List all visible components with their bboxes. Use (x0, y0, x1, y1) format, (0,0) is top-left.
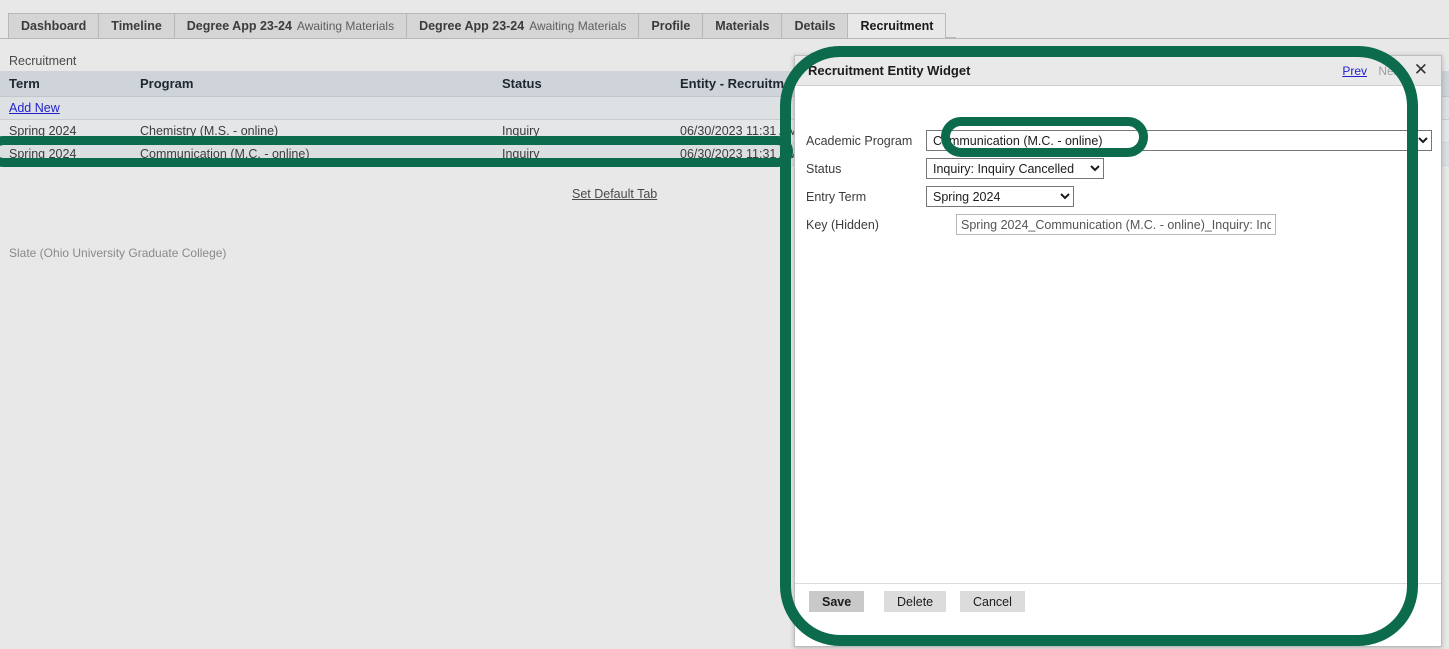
field-row-academic-program: Academic Program Communication (M.C. - o… (795, 130, 1441, 158)
entry-term-select[interactable]: Spring 2024 (926, 186, 1074, 207)
tab-degree-app-23-24-second[interactable]: Degree App 23-24 Awaiting Materials (406, 13, 639, 38)
tab-label: Degree App 23-24 (419, 19, 525, 33)
dialog-title-bar: Recruitment Entity Widget Prev Next ✕ (795, 56, 1441, 86)
field-row-entry-term: Entry Term Spring 2024 (795, 186, 1441, 214)
dialog-body: Academic Program Communication (M.C. - o… (795, 86, 1441, 616)
tab-details[interactable]: Details (781, 13, 848, 38)
add-new-cell: Add New (0, 96, 131, 120)
column-header-program[interactable]: Program (131, 71, 493, 97)
tab-degree-app-23-24-first[interactable]: Degree App 23-24 Awaiting Materials (173, 13, 407, 38)
status-control: Inquiry: Inquiry Cancelled (926, 158, 1104, 179)
entry-term-control: Spring 2024 (926, 186, 1074, 207)
tab-label: Materials (715, 19, 770, 33)
tab-label: Dashboard (21, 19, 87, 33)
dialog-title: Recruitment Entity Widget (808, 63, 971, 78)
delete-button[interactable]: Delete (884, 591, 947, 612)
cell-status: Inquiry (493, 119, 671, 143)
tab-sublabel: Awaiting Materials (529, 19, 627, 33)
tab-timeline[interactable]: Timeline (98, 13, 174, 38)
column-header-status[interactable]: Status (493, 71, 671, 97)
cell-program: Communication (M.C. - online) (131, 142, 493, 166)
cancel-button[interactable]: Cancel (960, 591, 1025, 612)
tab-sublabel: Awaiting Materials (296, 19, 395, 33)
status-select[interactable]: Inquiry: Inquiry Cancelled (926, 158, 1104, 179)
tab-bar-filler (946, 13, 957, 38)
prev-link[interactable]: Prev (1342, 64, 1367, 78)
panel-title: Recruitment (9, 54, 77, 68)
tab-label: Profile (651, 19, 691, 33)
cell-term: Spring 2024 (0, 119, 131, 143)
cell-program: Chemistry (M.S. - online) (131, 119, 493, 143)
column-header-term[interactable]: Term (0, 71, 131, 97)
tab-profile[interactable]: Profile (638, 13, 703, 38)
tab-label: Recruitment (860, 19, 934, 33)
footer-note: Slate (Ohio University Graduate College) (9, 246, 227, 260)
academic-program-label: Academic Program (806, 134, 913, 148)
add-new-link[interactable]: Add New (9, 101, 60, 115)
add-new-spacer (493, 96, 671, 120)
tab-recruitment[interactable]: Recruitment (847, 13, 947, 38)
save-button[interactable]: Save (809, 591, 865, 612)
key-hidden-label: Key (Hidden) (806, 218, 879, 232)
tab-label: Degree App 23-24 (186, 19, 292, 33)
dialog-footer: Save Delete Cancel (795, 583, 1441, 616)
tab-materials[interactable]: Materials (702, 13, 782, 38)
add-new-spacer (131, 96, 493, 120)
cell-status: Inquiry (493, 142, 671, 166)
academic-program-select[interactable]: Communication (M.C. - online) (926, 130, 1432, 151)
set-default-tab-link[interactable]: Set Default Tab (572, 187, 657, 201)
academic-program-control: Communication (M.C. - online) (926, 130, 1432, 151)
tab-dashboard[interactable]: Dashboard (8, 13, 99, 38)
close-icon[interactable]: ✕ (1414, 60, 1428, 80)
next-link[interactable]: Next (1378, 64, 1403, 78)
key-hidden-control (956, 214, 1276, 235)
cell-term: Spring 2024 (0, 142, 131, 166)
field-row-key-hidden: Key (Hidden) (795, 214, 1441, 242)
field-row-status: Status Inquiry: Inquiry Cancelled (795, 158, 1441, 186)
recruitment-entity-widget-dialog: Recruitment Entity Widget Prev Next ✕ Ac… (794, 55, 1442, 647)
key-hidden-input[interactable] (956, 214, 1276, 235)
status-label: Status (806, 162, 842, 176)
tab-bar: Dashboard Timeline Degree App 23-24 Awai… (0, 13, 1449, 39)
tab-label: Details (794, 19, 836, 33)
tab-label: Timeline (111, 19, 162, 33)
entry-term-label: Entry Term (806, 190, 867, 204)
